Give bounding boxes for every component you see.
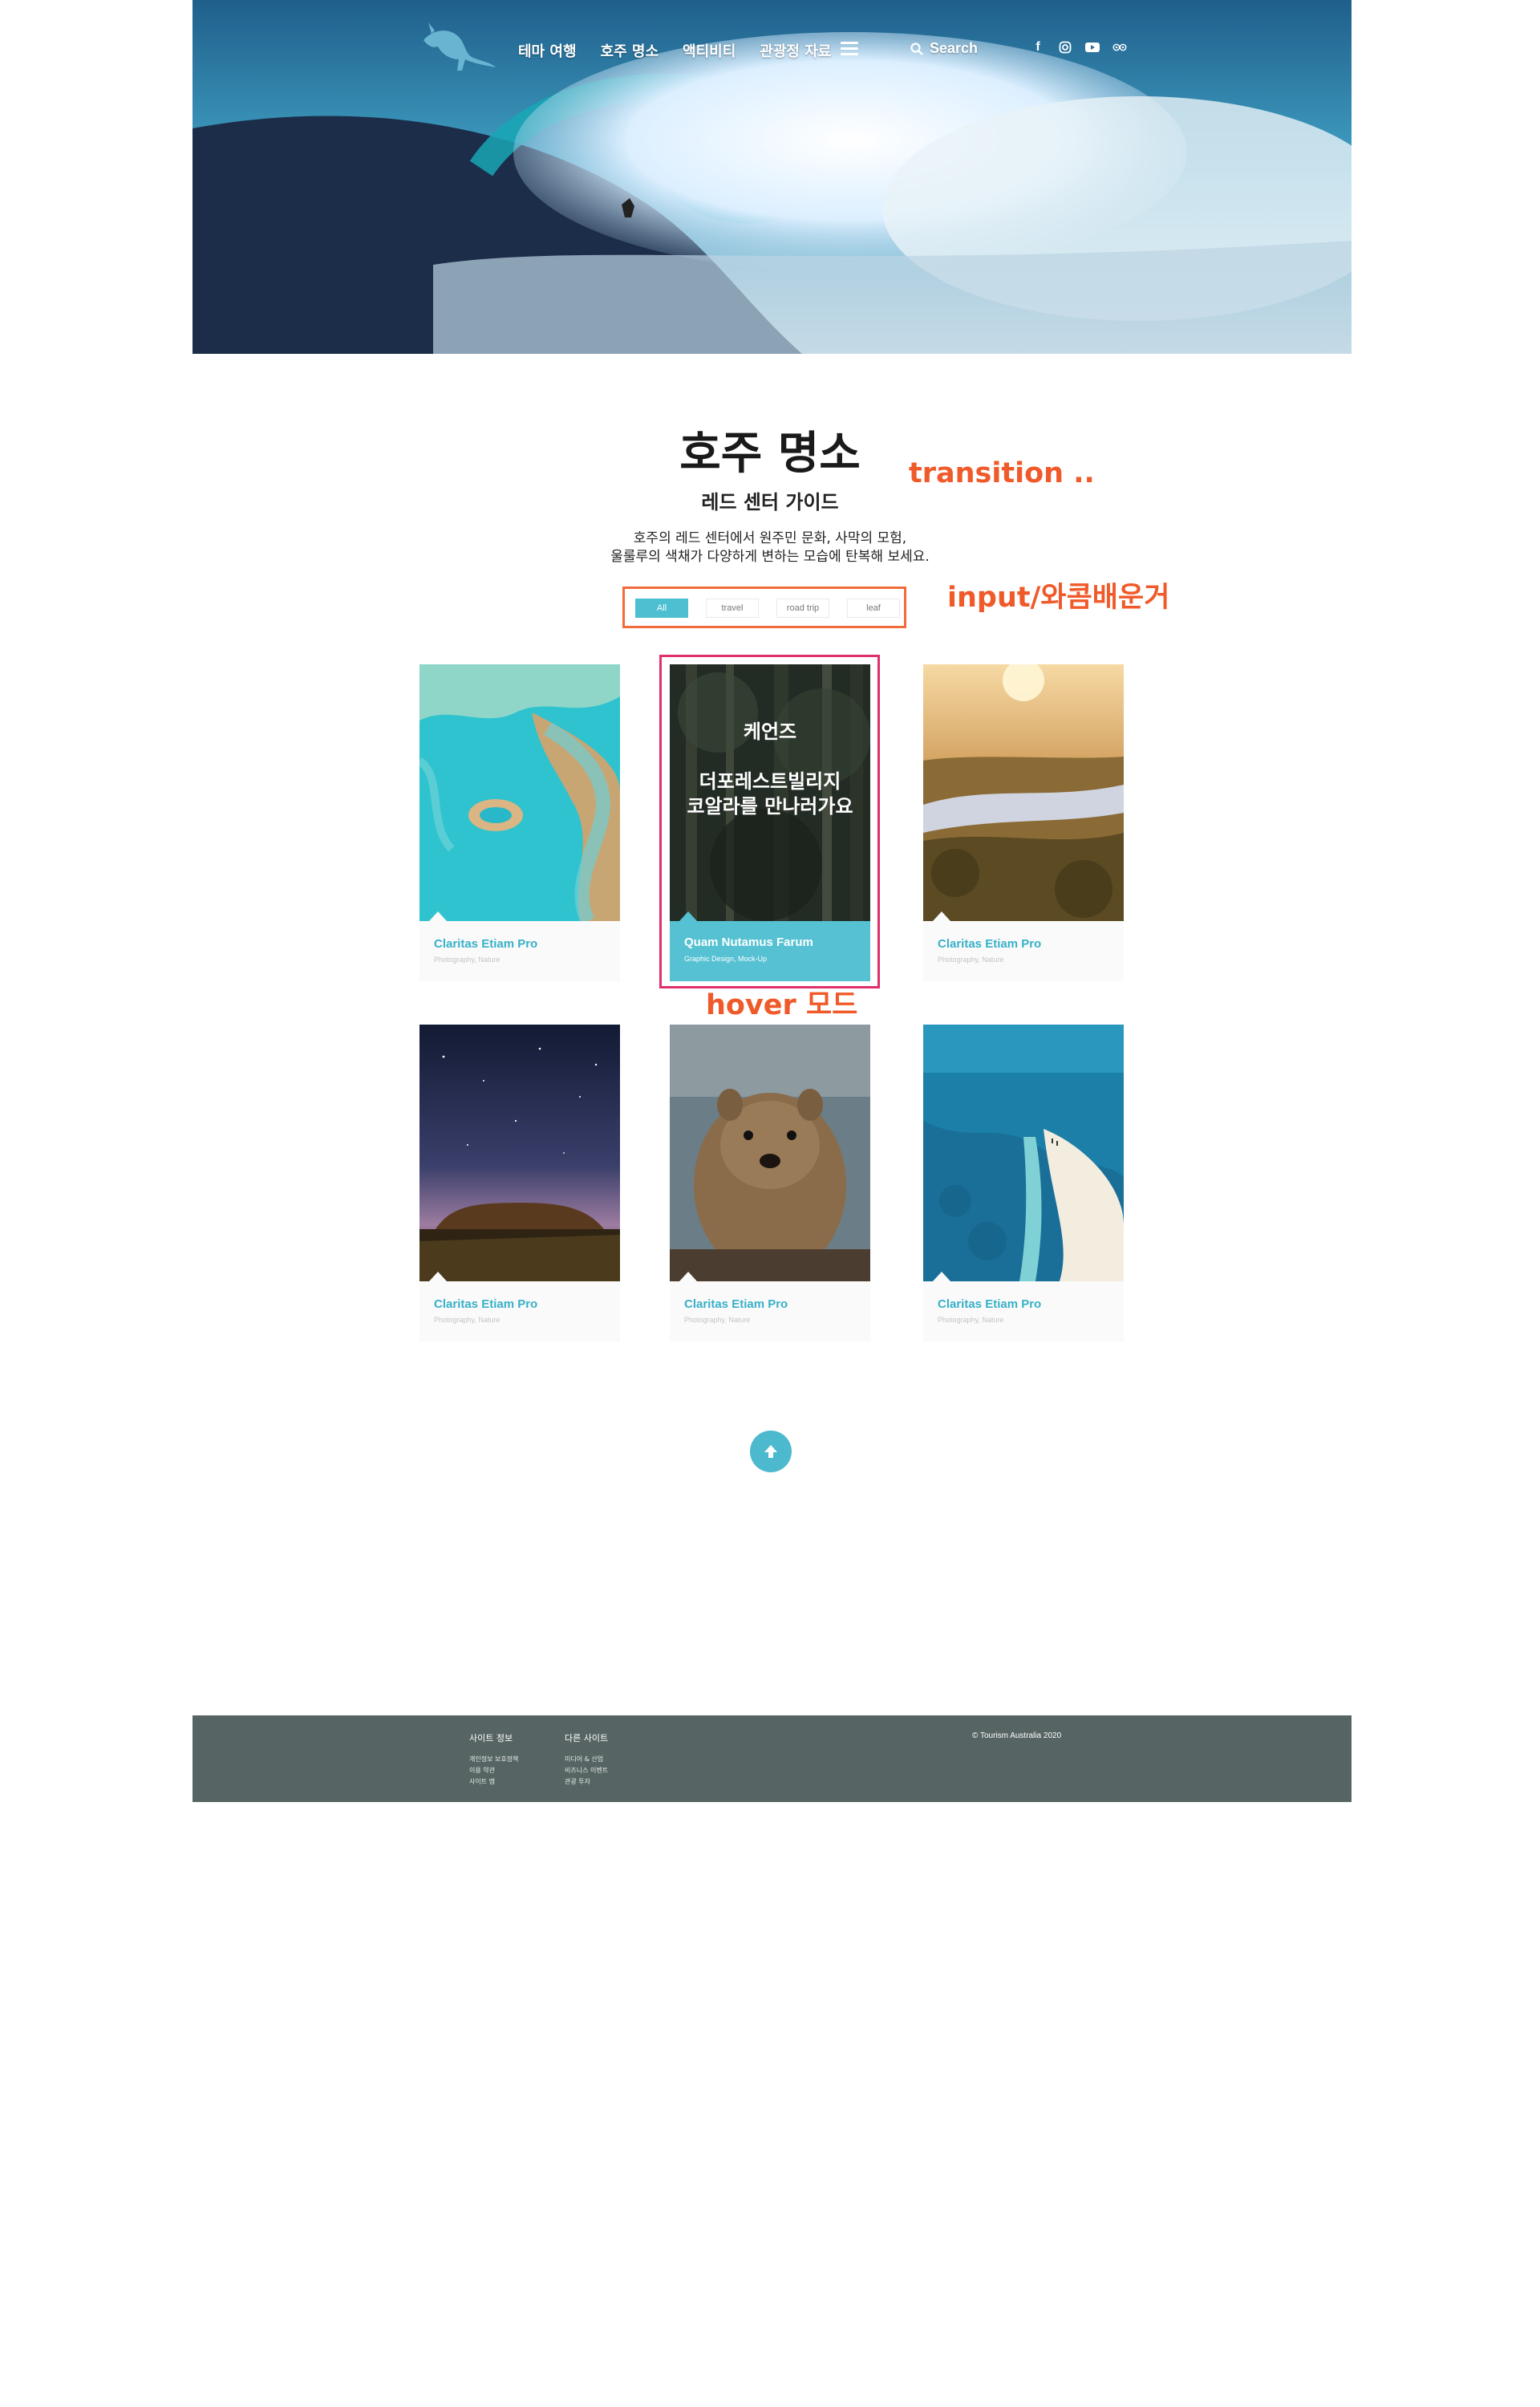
filter-bar: All travel road trip leaf — [635, 599, 900, 618]
description-line: 울룰루의 색채가 다양하게 변하는 모습에 탄복해 보세요. — [610, 549, 930, 565]
social-links: f — [1031, 40, 1127, 55]
card-category: Photography, Nature — [938, 956, 1004, 964]
footer-heading: 사이트 정보 — [469, 1733, 513, 1743]
quokka-image — [670, 1025, 870, 1281]
nav-tourism-resources[interactable]: 관광정 자료 — [760, 40, 831, 61]
nav-theme-travel[interactable]: 테마 여행 — [518, 40, 577, 61]
page-title: 호주 명소 — [679, 428, 861, 480]
page-subtitle: 레드 센터 가이드 — [701, 491, 839, 513]
card-title: Claritas Etiam Pro — [684, 1297, 788, 1311]
menu-icon[interactable] — [841, 42, 858, 56]
arrow-up-icon — [764, 1445, 777, 1458]
portfolio-card[interactable]: Claritas Etiam Pro Photography, Nature — [923, 664, 1124, 981]
footer-link-business-events[interactable]: 비즈니스 이벤트 — [565, 1765, 608, 1776]
search-button[interactable]: Search — [910, 40, 978, 57]
facebook-icon[interactable]: f — [1031, 40, 1045, 55]
hover-annotation: hover 모드 — [706, 989, 858, 1021]
portfolio-card[interactable]: Claritas Etiam Pro Photography, Nature — [419, 664, 620, 981]
hero-banner: 테마 여행 호주 명소 액티비티 관광정 자료 Search f — [192, 0, 1352, 354]
footer-link-sitemap[interactable]: 사이트 맵 — [469, 1776, 518, 1788]
search-icon — [910, 42, 923, 55]
kangaroo-logo-icon[interactable] — [417, 16, 497, 74]
transition-annotation: transition .. — [909, 457, 1095, 489]
search-label: Search — [930, 40, 979, 56]
card-title: Claritas Etiam Pro — [434, 1297, 538, 1311]
uluru-night-image — [419, 1025, 620, 1281]
footer-link-privacy[interactable]: 개인정보 보호정책 — [469, 1754, 518, 1765]
card-category: Photography, Nature — [434, 956, 500, 964]
instagram-icon[interactable] — [1058, 40, 1072, 55]
card-title: Claritas Etiam Pro — [938, 937, 1042, 951]
portfolio-card[interactable]: Claritas Etiam Pro Photography, Nature — [670, 1025, 870, 1342]
portfolio-card[interactable]: Claritas Etiam Pro Photography, Nature — [419, 1025, 620, 1342]
portfolio-card[interactable]: Claritas Etiam Pro Photography, Nature — [923, 1025, 1124, 1342]
input-annotation: input/와콤배운거 — [947, 582, 1170, 614]
footer-link-media[interactable]: 미디어 & 산업 — [565, 1754, 608, 1765]
footer-link-terms[interactable]: 이용 약관 — [469, 1765, 518, 1776]
card-category: Photography, Nature — [434, 1316, 500, 1324]
card-category: Photography, Nature — [938, 1316, 1004, 1324]
filter-road-trip[interactable]: road trip — [776, 599, 829, 618]
card-title: Claritas Etiam Pro — [434, 937, 538, 951]
river-sunrise-image — [923, 664, 1124, 921]
filter-all[interactable]: All — [635, 599, 688, 618]
description-line: 호주의 레드 센터에서 원주민 문화, 사막의 모험, — [633, 530, 907, 546]
hover-highlight-box — [659, 655, 880, 988]
card-title: Claritas Etiam Pro — [938, 1297, 1042, 1311]
beach-sandbar-image — [923, 1025, 1124, 1281]
footer-link-investment[interactable]: 관광 투자 — [565, 1776, 608, 1788]
youtube-icon[interactable] — [1085, 40, 1100, 55]
site-footer: 사이트 정보 개인정보 보호정책 이용 약관 사이트 맵 다른 사이트 미디어 … — [192, 1715, 1352, 1802]
nav-activities[interactable]: 액티비티 — [683, 40, 736, 61]
nav-attractions[interactable]: 호주 명소 — [601, 40, 659, 61]
footer-copyright: © Tourism Australia 2020 — [972, 1731, 1062, 1740]
footer-site-info: 사이트 정보 개인정보 보호정책 이용 약관 사이트 맵 — [469, 1731, 518, 1788]
card-category: Photography, Nature — [684, 1316, 751, 1324]
page-description: 호주의 레드 센터에서 원주민 문화, 사막의 모험, 울룰루의 색채가 다양하… — [0, 530, 1540, 566]
footer-heading: 다른 사이트 — [565, 1733, 609, 1743]
tripadvisor-icon[interactable] — [1112, 40, 1127, 55]
filter-travel[interactable]: travel — [706, 599, 759, 618]
back-to-top-button[interactable] — [750, 1431, 792, 1472]
filter-leaf[interactable]: leaf — [847, 599, 900, 618]
footer-other-sites: 다른 사이트 미디어 & 산업 비즈니스 이벤트 관광 투자 — [565, 1731, 608, 1788]
main-nav: 테마 여행 호주 명소 액티비티 관광정 자료 — [518, 40, 855, 61]
reef-heart-image — [419, 664, 620, 921]
